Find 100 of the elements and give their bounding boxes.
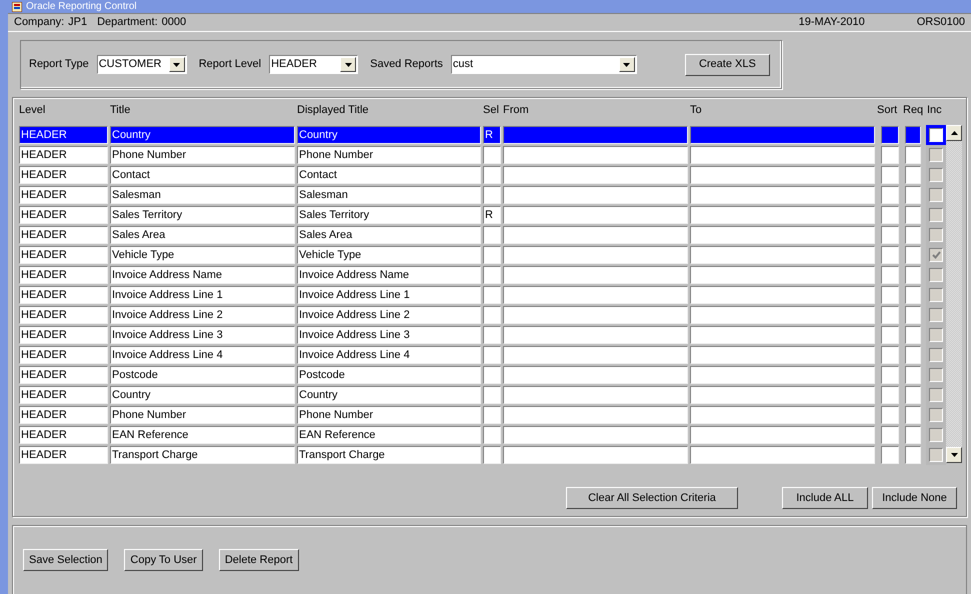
to-cell[interactable]	[690, 166, 875, 184]
sel-cell[interactable]	[483, 166, 501, 184]
inc-checkbox[interactable]	[929, 208, 943, 222]
inc-checkbox[interactable]	[929, 128, 943, 142]
to-cell[interactable]	[690, 226, 875, 244]
from-cell[interactable]	[503, 246, 688, 264]
sel-cell[interactable]	[483, 426, 501, 444]
table-action-button[interactable]: Clear All Selection Criteria	[566, 487, 738, 509]
inc-checkbox[interactable]	[929, 408, 943, 422]
to-cell[interactable]	[690, 406, 875, 424]
sort-cell[interactable]	[881, 246, 899, 264]
sort-cell[interactable]	[881, 146, 899, 164]
footer-action-button[interactable]: Copy To User	[124, 549, 203, 571]
from-cell[interactable]	[503, 126, 688, 144]
scrollbar[interactable]	[946, 125, 962, 463]
inc-checkbox[interactable]	[929, 368, 943, 382]
sort-cell[interactable]	[881, 286, 899, 304]
req-cell[interactable]	[905, 146, 921, 164]
to-cell[interactable]	[690, 346, 875, 364]
inc-checkbox[interactable]	[929, 428, 943, 442]
sel-cell[interactable]	[483, 306, 501, 324]
from-cell[interactable]	[503, 406, 688, 424]
to-cell[interactable]	[690, 266, 875, 284]
sel-cell[interactable]	[483, 446, 501, 464]
req-cell[interactable]	[905, 246, 921, 264]
sel-cell[interactable]: R	[483, 126, 501, 144]
sort-cell[interactable]	[881, 126, 899, 144]
req-cell[interactable]	[905, 446, 921, 464]
from-cell[interactable]	[503, 226, 688, 244]
sel-cell[interactable]	[483, 266, 501, 284]
sel-cell[interactable]	[483, 346, 501, 364]
sel-cell[interactable]	[483, 406, 501, 424]
create-xls-button[interactable]: Create XLS	[684, 54, 770, 76]
from-cell[interactable]	[503, 346, 688, 364]
to-cell[interactable]	[690, 246, 875, 264]
caret-icon[interactable]	[340, 57, 356, 72]
dropdown[interactable]: cust	[450, 55, 637, 74]
sel-cell[interactable]	[483, 326, 501, 344]
inc-checkbox[interactable]	[929, 448, 943, 462]
sort-cell[interactable]	[881, 346, 899, 364]
from-cell[interactable]	[503, 426, 688, 444]
sel-cell[interactable]	[483, 146, 501, 164]
from-cell[interactable]	[503, 146, 688, 164]
req-cell[interactable]	[905, 366, 921, 384]
sel-cell[interactable]	[483, 226, 501, 244]
to-cell[interactable]	[690, 286, 875, 304]
caret-icon[interactable]	[618, 57, 635, 72]
scroll-down-icon[interactable]	[946, 447, 962, 463]
inc-checkbox[interactable]	[929, 388, 943, 402]
scroll-up-icon[interactable]	[946, 125, 962, 141]
to-cell[interactable]	[690, 126, 875, 144]
sort-cell[interactable]	[881, 306, 899, 324]
inc-checkbox[interactable]	[929, 348, 943, 362]
dropdown[interactable]: HEADER	[269, 55, 358, 74]
inc-checkbox[interactable]	[929, 148, 943, 162]
sort-cell[interactable]	[881, 186, 899, 204]
from-cell[interactable]	[503, 326, 688, 344]
caret-icon[interactable]	[168, 57, 185, 72]
from-cell[interactable]	[503, 186, 688, 204]
dropdown[interactable]: CUSTOMER	[96, 55, 187, 74]
inc-checkbox[interactable]	[929, 288, 943, 302]
sel-cell[interactable]	[483, 286, 501, 304]
inc-checkbox[interactable]	[929, 268, 943, 282]
footer-action-button[interactable]: Delete Report	[218, 549, 299, 571]
from-cell[interactable]	[503, 266, 688, 284]
from-cell[interactable]	[503, 446, 688, 464]
req-cell[interactable]	[905, 326, 921, 344]
sort-cell[interactable]	[881, 426, 899, 444]
sort-cell[interactable]	[881, 386, 899, 404]
to-cell[interactable]	[690, 186, 875, 204]
to-cell[interactable]	[690, 366, 875, 384]
sel-cell[interactable]	[483, 366, 501, 384]
req-cell[interactable]	[905, 166, 921, 184]
from-cell[interactable]	[503, 306, 688, 324]
req-cell[interactable]	[905, 386, 921, 404]
sort-cell[interactable]	[881, 446, 899, 464]
to-cell[interactable]	[690, 306, 875, 324]
inc-checkbox[interactable]	[929, 248, 943, 262]
to-cell[interactable]	[690, 326, 875, 344]
req-cell[interactable]	[905, 406, 921, 424]
sort-cell[interactable]	[881, 226, 899, 244]
sel-cell[interactable]: R	[483, 206, 501, 224]
req-cell[interactable]	[905, 126, 921, 144]
req-cell[interactable]	[905, 266, 921, 284]
sort-cell[interactable]	[881, 366, 899, 384]
req-cell[interactable]	[905, 426, 921, 444]
inc-checkbox[interactable]	[929, 308, 943, 322]
to-cell[interactable]	[690, 426, 875, 444]
footer-action-button[interactable]: Save Selection	[23, 549, 108, 571]
to-cell[interactable]	[690, 386, 875, 404]
from-cell[interactable]	[503, 166, 688, 184]
sort-cell[interactable]	[881, 206, 899, 224]
req-cell[interactable]	[905, 286, 921, 304]
from-cell[interactable]	[503, 206, 688, 224]
to-cell[interactable]	[690, 146, 875, 164]
from-cell[interactable]	[503, 366, 688, 384]
from-cell[interactable]	[503, 286, 688, 304]
sort-cell[interactable]	[881, 166, 899, 184]
to-cell[interactable]	[690, 206, 875, 224]
inc-checkbox[interactable]	[929, 328, 943, 342]
